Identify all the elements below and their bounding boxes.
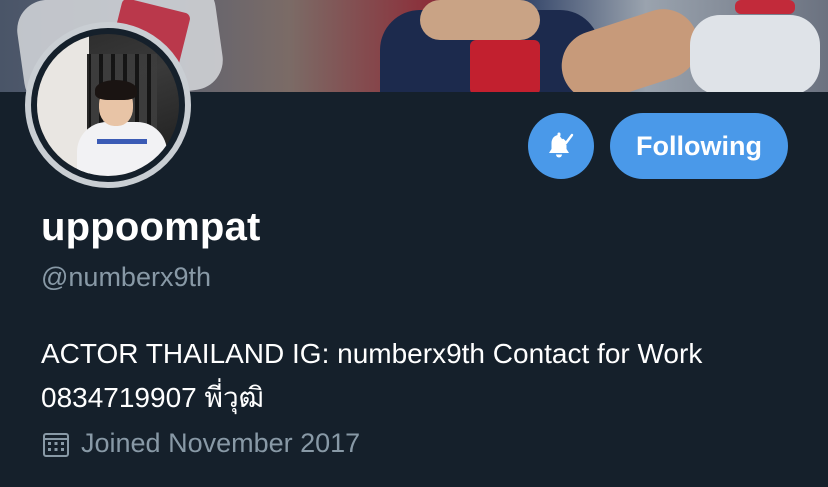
joined-date-label: Joined November 2017: [81, 428, 361, 458]
banner-shape: [470, 40, 540, 92]
following-button[interactable]: Following: [610, 113, 788, 179]
calendar-icon: [43, 432, 69, 457]
user-handle: @numberx9th: [41, 262, 211, 292]
banner-shape: [420, 0, 540, 40]
joined-date: Joined November 2017: [41, 428, 360, 459]
avatar-photo: [37, 34, 179, 176]
avatar[interactable]: [25, 22, 191, 188]
avatar-shirt: [77, 122, 167, 176]
notifications-button[interactable]: [528, 113, 594, 179]
banner-shape: [735, 0, 795, 14]
display-name: uppoompat: [41, 205, 261, 249]
banner-shape: [690, 15, 820, 92]
bell-check-icon: [549, 132, 574, 158]
profile-bio: ACTOR THAILAND IG: numberx9th Contact fo…: [41, 338, 703, 413]
avatar-hair: [95, 80, 137, 100]
profile-page: Following uppoompat @numberx9th ACTOR TH…: [0, 0, 828, 487]
following-button-label: Following: [636, 130, 762, 161]
avatar-shirt-stripe: [97, 139, 147, 144]
